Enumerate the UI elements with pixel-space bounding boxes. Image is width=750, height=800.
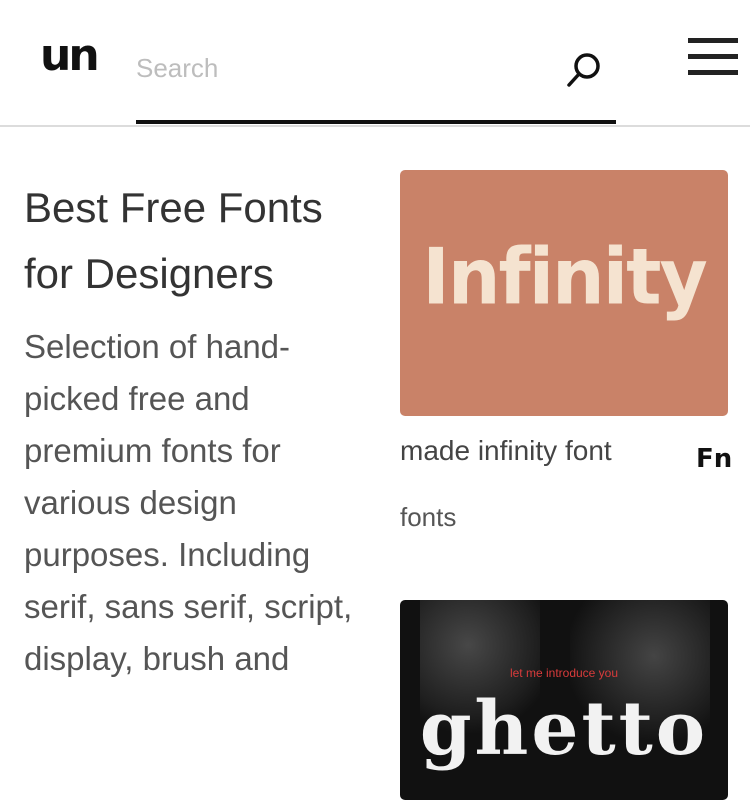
font-source-badge: Fn bbox=[696, 444, 733, 474]
hamburger-menu-icon[interactable] bbox=[688, 38, 738, 78]
font-card-thumbnail[interactable]: Infinity bbox=[400, 170, 728, 416]
menu-bar bbox=[688, 38, 738, 43]
font-card-tag[interactable]: fonts bbox=[400, 502, 728, 533]
font-artwork-text: Infinity bbox=[422, 231, 707, 323]
search-icon[interactable] bbox=[564, 50, 604, 90]
font-card-thumbnail[interactable]: let me introduce you ghetto bbox=[400, 600, 728, 800]
page-description: Selection of hand-picked free and premiu… bbox=[24, 328, 353, 677]
page-title-line2: for Designers bbox=[24, 250, 274, 297]
page-title: Best Free Fonts for Designers bbox=[24, 175, 364, 307]
font-card-title[interactable]: made infinity font bbox=[400, 434, 728, 468]
search-input[interactable] bbox=[136, 40, 556, 96]
page-title-line1: Best Free Fonts bbox=[24, 184, 323, 231]
font-card[interactable]: Infinity made infinity font fonts bbox=[400, 170, 728, 533]
site-logo[interactable]: un bbox=[40, 30, 100, 81]
menu-bar bbox=[688, 54, 738, 59]
font-artwork-subtext: let me introduce you bbox=[509, 666, 619, 680]
search-bar[interactable] bbox=[136, 40, 616, 124]
intro-section: Best Free Fonts for Designers Selection … bbox=[24, 175, 364, 685]
site-header: un bbox=[0, 0, 750, 127]
font-card[interactable]: let me introduce you ghetto bbox=[400, 600, 728, 800]
font-artwork-text: ghetto bbox=[419, 686, 709, 772]
menu-bar bbox=[688, 70, 738, 75]
